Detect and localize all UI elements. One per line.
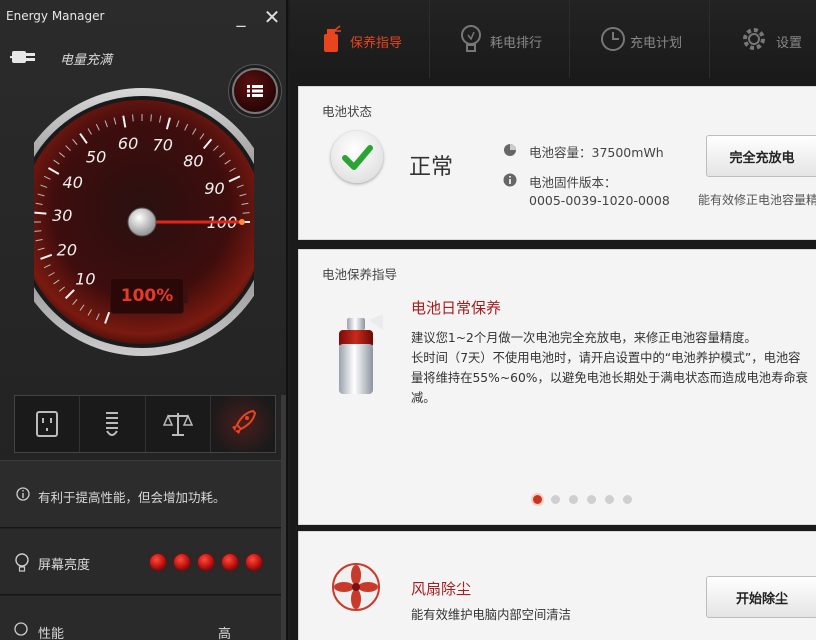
power-mode-tabs	[14, 395, 276, 453]
tab-label: 耗电排行	[490, 36, 543, 51]
performance-row: 性能 高	[0, 596, 284, 640]
card-title: 电池状态	[322, 104, 373, 119]
card-title: 电池保养指导	[322, 267, 398, 282]
gauge-tick-label: 10	[75, 270, 95, 289]
carousel-pager	[533, 495, 632, 504]
plug-icon	[10, 51, 35, 63]
spray-can-icon	[339, 314, 383, 394]
gauge-hub	[127, 207, 157, 237]
clock-icon	[601, 27, 625, 51]
tab-maintenance-guide[interactable]: 保养指导	[290, 0, 430, 78]
tab-label: 保养指导	[350, 36, 403, 51]
brightness-dot[interactable]	[174, 554, 190, 570]
gauge-tick-label: 50	[86, 147, 106, 166]
start-dust-clean-button[interactable]: 开始除尘	[706, 576, 816, 618]
gauge-tick	[242, 212, 250, 214]
charge-status: 电量充满	[60, 53, 113, 68]
brightness-dot[interactable]	[150, 554, 166, 570]
mode-tab-performance[interactable]	[210, 396, 275, 452]
battery-nub	[184, 291, 188, 303]
brightness-row: 屏幕亮度	[0, 529, 284, 595]
pager-dot[interactable]	[533, 495, 542, 504]
full-charge-description: 能有效修正电池容量精	[698, 193, 816, 207]
spray-icon	[324, 25, 341, 52]
tab-settings[interactable]: 设置	[710, 0, 816, 78]
performance-value: 高	[218, 627, 232, 640]
pager-dot[interactable]	[587, 495, 596, 504]
fan-heading: 风扇除尘	[411, 580, 472, 598]
mode-info-text: 有利于提高性能，但会增加功耗。	[38, 490, 226, 505]
brightness-label: 屏幕亮度	[38, 558, 91, 573]
battery-status-card: 电池状态 正常 电池容量：37500mWh 电池固件版本： 0005-0039-…	[298, 86, 816, 240]
info-icon	[503, 173, 517, 187]
brightness-dot[interactable]	[222, 554, 238, 570]
pager-dot[interactable]	[551, 495, 560, 504]
care-paragraph: 建议您1~2个月做一次电池完全充放电，来修正电池容量精度。	[411, 331, 757, 345]
right-panel: 保养指导 耗电排行 充电计划 设置 电池状态 正常 电池容量：37500mWh …	[290, 0, 816, 640]
mode-tab-balanced-light[interactable]	[80, 396, 146, 452]
fan-dust-card: 风扇除尘 能有效维护电脑内部空间清洁 开始除尘	[298, 531, 816, 640]
gauge-tick-label: 60	[118, 134, 138, 153]
outlet-icon	[36, 411, 59, 437]
mode-info: 有利于提高性能，但会增加功耗。	[0, 460, 284, 528]
pager-dot[interactable]	[605, 495, 614, 504]
gauge-tick	[34, 230, 42, 232]
firmware-version: 0005-0039-1020-0008	[529, 193, 670, 208]
checkmark-glyph	[342, 145, 373, 170]
gauge-needle-tip	[239, 219, 245, 225]
gauge-tick	[34, 211, 47, 215]
tab-label: 充电计划	[630, 36, 683, 51]
gauge-tick-label: 70	[153, 136, 173, 155]
fan-icon	[332, 563, 380, 611]
mode-tab-power-saver[interactable]	[15, 396, 81, 452]
close-button[interactable]: ✕	[257, 2, 286, 32]
tab-label: 设置	[776, 36, 803, 51]
pager-dot[interactable]	[623, 495, 632, 504]
care-heading: 电池日常保养	[411, 299, 502, 317]
gauge-tick-label: 30	[52, 206, 72, 225]
rocket-icon	[231, 409, 256, 434]
battery-capacity: 电池容量：37500mWh	[529, 145, 664, 160]
gauge-tick-label: 40	[63, 173, 83, 192]
battery-percent: 100%	[120, 286, 174, 306]
performance-label: 性能	[38, 627, 65, 640]
battery-care-guide-card: 电池保养指导 电池日常保养 建议您1~2个月做一次电池完全充放电，来修正电池容量…	[298, 249, 816, 525]
gauge-tick	[150, 114, 152, 122]
left-panel: Energy Manager _ ✕ 电量充满 10 20 30 40 50 6…	[0, 0, 288, 640]
info-icon	[16, 487, 30, 501]
left-scrollbar[interactable]	[281, 395, 286, 640]
pager-dot[interactable]	[569, 495, 578, 504]
care-paragraph: 长时间（7天）不使用电池时，请开启设置中的“电池养护模式”，电池容量将维持在55…	[411, 351, 808, 405]
gauge-tick	[132, 114, 134, 122]
gauge-tick-label: 80	[183, 152, 203, 171]
full-charge-discharge-button[interactable]: 完全充放电	[706, 135, 816, 177]
main-tabs: 保养指导 耗电排行 充电计划 设置	[290, 0, 816, 78]
gauge-tick-label: 20	[57, 240, 77, 259]
brightness-dot[interactable]	[198, 554, 214, 570]
lightbulb-icon	[15, 553, 29, 572]
minimize-button[interactable]: _	[226, 2, 256, 32]
battery-status-text: 正常	[409, 155, 454, 180]
battery-gauge: 0102030405060708090100	[34, 88, 254, 356]
battery-percent-display: 100%	[110, 278, 188, 314]
tab-power-ranking[interactable]: 耗电排行	[430, 0, 570, 78]
spring-bulb-icon	[106, 412, 119, 436]
check-icon	[331, 131, 383, 183]
app-title: Energy Manager	[6, 9, 105, 23]
lightbulb-icon	[461, 25, 481, 52]
care-body: 建议您1~2个月做一次电池完全充放电，来修正电池容量精度。 长时间（7天）不使用…	[411, 328, 811, 408]
pie-chart-icon	[504, 144, 516, 156]
firmware-label: 电池固件版本：	[529, 175, 617, 190]
tab-charge-plan[interactable]: 充电计划	[570, 0, 710, 78]
gauge-tick-label: 90	[204, 179, 224, 198]
fan-description: 能有效维护电脑内部空间清洁	[411, 608, 571, 622]
gear-icon	[743, 28, 765, 50]
mode-tab-balanced[interactable]	[146, 396, 211, 452]
balance-scale-icon	[162, 413, 193, 436]
brightness-dot[interactable]	[246, 554, 262, 570]
performance-icon	[14, 622, 28, 636]
